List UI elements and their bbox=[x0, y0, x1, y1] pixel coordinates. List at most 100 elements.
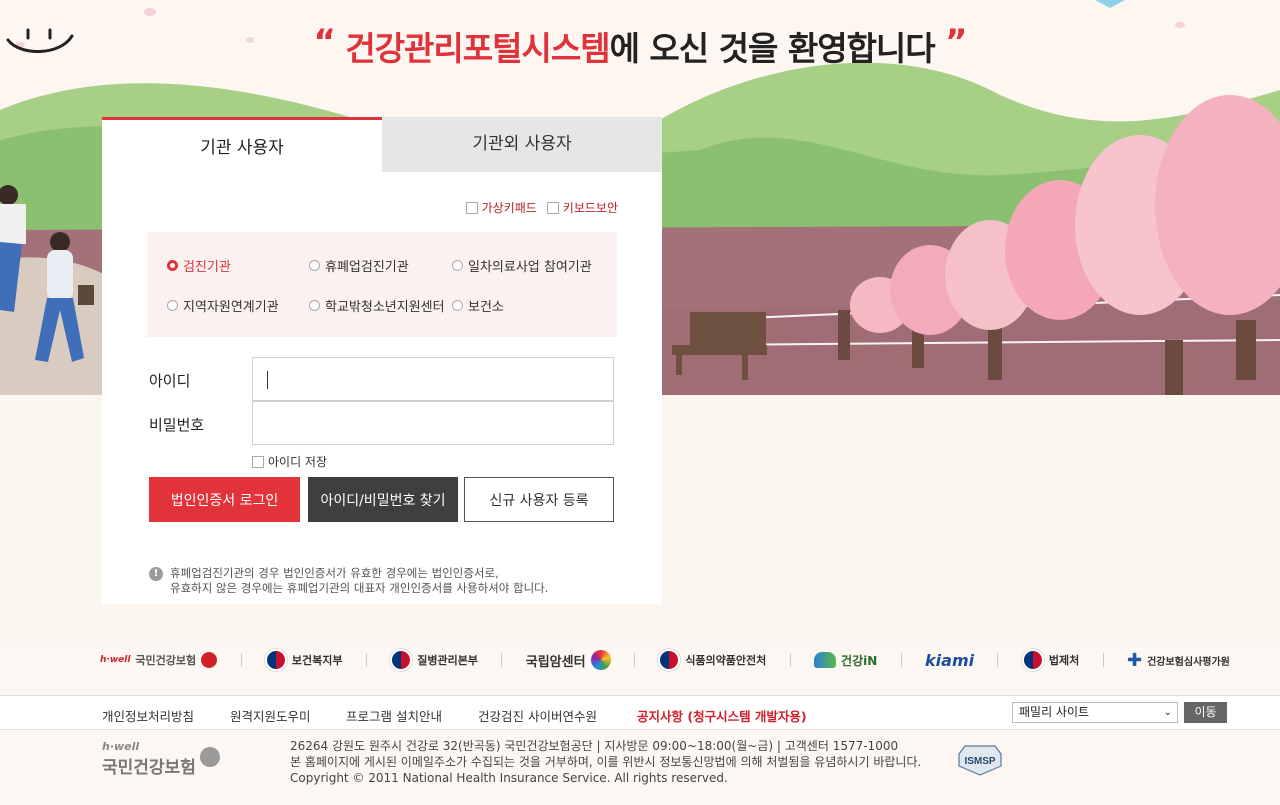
partner-health-in[interactable]: 건강iN bbox=[814, 652, 877, 669]
divider bbox=[1102, 653, 1104, 667]
health-in-icon bbox=[814, 652, 837, 668]
radio-label: 휴폐업검진기관 bbox=[325, 260, 409, 275]
hira-label: 건강보험심사평가원 bbox=[1147, 656, 1230, 668]
exclamation-icon: ! bbox=[149, 567, 163, 581]
footer-info: h·well 국민건강보험 26264 강원도 원주시 건강로 32(반곡동) … bbox=[0, 730, 1280, 805]
hira-cross-icon: ✚ bbox=[1126, 649, 1143, 671]
partner-mfds[interactable]: 식품의약품안전처 bbox=[658, 649, 766, 671]
radio-label: 일차의료사업 참여기관 bbox=[468, 260, 592, 275]
kdca-label: 질병관리본부 bbox=[417, 654, 478, 667]
radio-public-health-center[interactable]: 보건소 bbox=[452, 296, 504, 315]
divider bbox=[997, 653, 999, 667]
radio-regional-resource-institution[interactable]: 지역자원연계기관 bbox=[167, 296, 279, 315]
chevron-down-icon: ⌄ bbox=[1163, 707, 1172, 718]
radio-icon bbox=[452, 300, 463, 311]
taegeuk-emblem-icon bbox=[390, 649, 413, 671]
welcome-heading: “ 건강관리포털시스템에 오신 것을 환영합니다 ” bbox=[0, 22, 1280, 70]
footer-nav: 개인정보처리방침 원격지원도우미 프로그램 설치안내 건강검진 사이버연수원 공… bbox=[0, 695, 1280, 730]
tab-institution-user[interactable]: 기관 사용자 bbox=[102, 117, 382, 172]
radio-icon bbox=[167, 300, 178, 311]
virtual-keypad-checkbox[interactable]: 가상키패드 bbox=[465, 199, 537, 216]
radio-label: 학교밖청소년지원센터 bbox=[325, 300, 445, 315]
radio-label: 보건소 bbox=[468, 300, 504, 315]
user-type-tabs: 기관 사용자 기관외 사용자 bbox=[102, 117, 662, 172]
tab-non-institution-user[interactable]: 기관외 사용자 bbox=[382, 117, 662, 172]
id-input[interactable] bbox=[252, 357, 614, 401]
radio-icon bbox=[452, 260, 463, 271]
notice-text: ! 휴폐업검진기관의 경우 법인인증서가 유효한 경우에는 법인인증서로, 유효… bbox=[149, 566, 548, 596]
health-in-label: 건강iN bbox=[841, 653, 878, 668]
remote-support-link[interactable]: 원격지원도우미 bbox=[230, 706, 311, 725]
open-quote: “ bbox=[313, 22, 335, 62]
radio-checkup-institution[interactable]: 검진기관 bbox=[167, 256, 231, 275]
save-id-checkbox[interactable]: 아이디 저장 bbox=[252, 453, 327, 470]
mohw-label: 보건복지부 bbox=[291, 654, 343, 667]
address-line: 26264 강원도 원주시 건강로 32(반곡동) 국민건강보험공단 | 지사방… bbox=[290, 739, 899, 753]
checkbox-box bbox=[252, 455, 264, 468]
notice-line-2: 유효하지 않은 경우에는 휴폐업기관의 대표자 개인인증서를 사용하셔야 합니다… bbox=[170, 581, 549, 595]
partner-nhis[interactable]: h·well 국민건강보험 bbox=[100, 652, 218, 668]
footer-logo: h·well 국민건강보험 bbox=[102, 740, 220, 778]
certificate-login-button[interactable]: 법인인증서 로그인 bbox=[149, 477, 300, 522]
radio-icon bbox=[309, 300, 320, 311]
password-input[interactable] bbox=[252, 401, 614, 445]
partner-mohw[interactable]: 보건복지부 bbox=[264, 649, 343, 671]
divider bbox=[789, 653, 791, 667]
security-options: 가상키패드 키보드보안 bbox=[465, 199, 618, 216]
id-label: 아이디 bbox=[149, 372, 191, 390]
radio-out-of-school-youth-center[interactable]: 학교밖청소년지원센터 bbox=[309, 296, 445, 315]
mfds-label: 식품의약품안전처 bbox=[685, 654, 767, 667]
partner-hira[interactable]: ✚ 건강보험심사평가원 bbox=[1127, 650, 1230, 671]
kiami-label: kiami bbox=[925, 650, 975, 670]
organization-type-panel: 검진기관 휴폐업검진기관 일차의료사업 참여기관 지역자원연계기관 학교밖청소년… bbox=[147, 232, 617, 337]
heart-icon bbox=[199, 746, 220, 767]
isms-label: ISMSP bbox=[964, 756, 995, 767]
divider bbox=[633, 653, 635, 667]
taegeuk-emblem-icon bbox=[658, 649, 681, 671]
login-card: 기관 사용자 기관외 사용자 가상키패드 키보드보안 검진기관 휴폐업검진기관 … bbox=[102, 117, 662, 604]
divider bbox=[365, 653, 367, 667]
partner-logos: h·well 국민건강보험 보건복지부 질병관리본부 국립암센터 식품의약품안전… bbox=[100, 640, 1230, 680]
developer-notice-link[interactable]: 공지사항 (청구시스템 개발자용) bbox=[637, 706, 807, 725]
partner-moleg[interactable]: 법제처 bbox=[1021, 649, 1080, 671]
close-quote: ” bbox=[945, 22, 967, 62]
email-notice-line: 본 홈페이지에 게시된 이메일주소가 수집되는 것을 거부하며, 이를 위반시 … bbox=[290, 755, 922, 769]
keyboard-security-checkbox[interactable]: 키보드보안 bbox=[546, 199, 618, 216]
family-site-select[interactable]: 패밀리 사이트 ⌄ bbox=[1012, 702, 1178, 723]
virtual-keypad-label: 가상키패드 bbox=[481, 201, 537, 215]
keyboard-security-label: 키보드보안 bbox=[562, 201, 618, 215]
privacy-policy-link[interactable]: 개인정보처리방침 bbox=[102, 706, 194, 725]
welcome-highlight: 건강관리포털시스템 bbox=[345, 29, 610, 68]
taegeuk-emblem-icon bbox=[264, 649, 287, 671]
cyber-training-link[interactable]: 건강검진 사이버연수원 bbox=[478, 706, 597, 725]
footer-logo-text: 국민건강보험 bbox=[102, 758, 196, 778]
radio-label: 검진기관 bbox=[183, 260, 231, 275]
program-install-link[interactable]: 프로그램 설치안내 bbox=[346, 706, 442, 725]
smile-icon bbox=[6, 28, 74, 53]
checkbox-box bbox=[465, 201, 478, 214]
divider bbox=[900, 653, 902, 667]
isms-certification-icon: ISMSP bbox=[958, 745, 1002, 776]
divider bbox=[501, 653, 503, 667]
partner-kdca[interactable]: 질병관리본부 bbox=[390, 649, 478, 671]
partner-kiami[interactable]: kiami bbox=[925, 651, 974, 670]
go-button[interactable]: 이동 bbox=[1184, 702, 1227, 723]
password-label: 비밀번호 bbox=[149, 416, 205, 434]
find-id-password-button[interactable]: 아이디/비밀번호 찾기 bbox=[308, 477, 458, 522]
family-site-value: 패밀리 사이트 bbox=[1019, 705, 1090, 719]
save-id-label: 아이디 저장 bbox=[268, 455, 328, 469]
welcome-text: 에 오신 것을 환영합니다 bbox=[609, 29, 936, 68]
heart-icon bbox=[201, 652, 218, 668]
register-user-button[interactable]: 신규 사용자 등록 bbox=[464, 477, 614, 522]
partner-ncc[interactable]: 국립암센터 bbox=[526, 650, 611, 670]
radio-primary-care-institution[interactable]: 일차의료사업 참여기관 bbox=[452, 256, 592, 275]
radio-closed-checkup-institution[interactable]: 휴폐업검진기관 bbox=[309, 256, 409, 275]
nhis-logo-label: 국민건강보험 bbox=[135, 654, 197, 667]
radio-label: 지역자원연계기관 bbox=[183, 300, 279, 315]
notice-line-1: 휴폐업검진기관의 경우 법인인증서가 유효한 경우에는 법인인증서로, bbox=[170, 566, 499, 580]
radio-selected-icon bbox=[167, 260, 178, 271]
moleg-label: 법제처 bbox=[1048, 654, 1080, 667]
taegeuk-emblem-icon bbox=[1021, 649, 1044, 671]
divider bbox=[240, 653, 242, 667]
checkbox-box bbox=[546, 201, 559, 214]
